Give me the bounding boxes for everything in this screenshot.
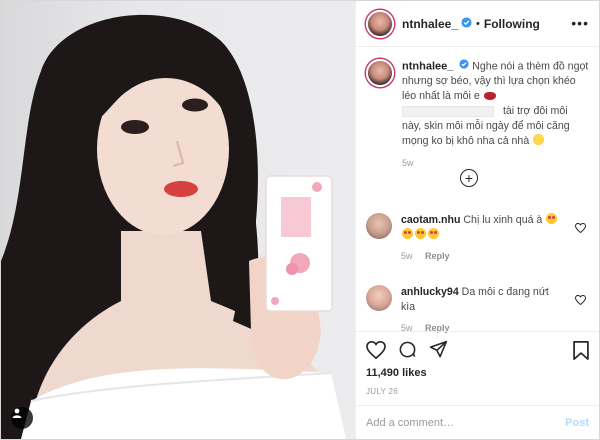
more-options-icon[interactable]: •••	[571, 15, 589, 31]
heart-eyes-emoji-icon	[402, 228, 413, 239]
post-actions	[356, 331, 599, 367]
commenter-avatar[interactable]	[366, 213, 392, 239]
commenter-avatar[interactable]	[366, 285, 392, 311]
post-comment-button[interactable]: Post	[565, 417, 589, 429]
comment-body: caotam.nhu Chị lu xinh quá à 5w Reply	[401, 213, 561, 264]
author-username[interactable]: ntnhalee_	[402, 17, 458, 31]
load-more-comments-icon[interactable]: +	[460, 169, 478, 187]
add-comment-bar: Post	[356, 405, 599, 439]
comment-like-heart-icon[interactable]	[574, 220, 587, 238]
comment-timestamp[interactable]: 5w	[401, 251, 413, 261]
share-paper-plane-icon[interactable]	[429, 340, 448, 359]
post-header: ntnhalee_ • Following •••	[356, 1, 599, 47]
post-photo[interactable]	[1, 1, 355, 439]
likes-count[interactable]: 11,490 likes	[356, 367, 599, 383]
add-comment-input[interactable]	[366, 416, 566, 429]
heart-eyes-emoji-icon	[428, 228, 439, 239]
commenter-username[interactable]: caotam.nhu	[401, 214, 460, 226]
caption-username[interactable]: ntnhalee_	[402, 60, 453, 72]
commenter-username[interactable]: anhlucky94	[401, 286, 459, 298]
verified-badge-icon	[461, 15, 472, 33]
product-box	[265, 175, 333, 312]
instagram-post: ntnhalee_ • Following ••• ntnhalee_ Nghe…	[0, 0, 600, 440]
heart-eyes-emoji-icon	[546, 213, 558, 224]
like-heart-icon[interactable]	[366, 340, 386, 359]
user-tag-icon[interactable]	[11, 407, 33, 429]
comment-body: anhlucky94 Da môi c đang nứt kìa 5w Repl…	[401, 285, 561, 336]
lips-emoji-icon	[483, 92, 496, 101]
post-date[interactable]: JULY 26	[356, 383, 599, 405]
comment-meta: 5w Reply	[401, 249, 561, 264]
post-side-panel: ntnhalee_ • Following ••• ntnhalee_ Nghe…	[355, 1, 599, 439]
comment-text: Chị lu xinh quá à	[463, 214, 543, 226]
comment-like-heart-icon[interactable]	[574, 292, 587, 310]
bookmark-icon[interactable]	[573, 341, 589, 365]
heart-eyes-emoji-icon	[415, 228, 426, 239]
verified-badge-icon	[459, 59, 469, 74]
caption-author-avatar[interactable]	[366, 59, 394, 87]
separator-dot: •	[476, 17, 480, 30]
photo-illustration	[1, 14, 346, 439]
post-caption: ntnhalee_ Nghe nói a thèm đồ ngọt nhưng …	[366, 59, 589, 171]
author-avatar[interactable]	[366, 9, 394, 38]
blurred-mention	[402, 106, 494, 117]
comment-item: caotam.nhu Chị lu xinh quá à 5w Reply	[366, 213, 590, 264]
comment-bubble-icon[interactable]	[398, 340, 417, 359]
caption-body: ntnhalee_ Nghe nói a thèm đồ ngọt nhưng …	[402, 59, 589, 171]
grin-emoji-icon	[533, 134, 545, 146]
reply-button[interactable]: Reply	[425, 251, 450, 261]
comment-item: anhlucky94 Da môi c đang nứt kìa 5w Repl…	[366, 285, 590, 336]
caption-timestamp[interactable]: 5w	[402, 156, 589, 171]
following-button[interactable]: Following	[484, 17, 540, 31]
comments-section: ntnhalee_ Nghe nói a thèm đồ ngọt nhưng …	[356, 47, 599, 333]
